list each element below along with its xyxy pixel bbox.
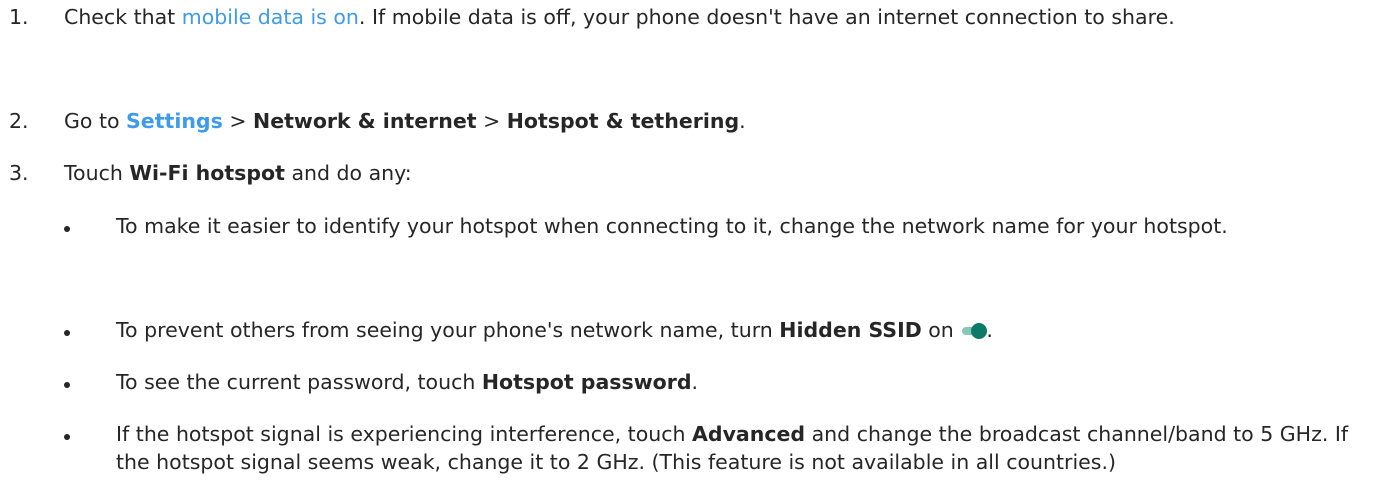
- wifi-hotspot-label: Wi-Fi hotspot: [129, 161, 285, 185]
- settings-link[interactable]: Settings: [126, 109, 223, 133]
- hidden-ssid-label: Hidden SSID: [779, 318, 922, 342]
- advanced-label: Advanced: [692, 422, 806, 446]
- bullet-item: To make it easier to identify your hotsp…: [64, 212, 1363, 240]
- mobile-data-link[interactable]: mobile data is on: [182, 5, 359, 29]
- hotspot-password-label: Hotspot password: [481, 370, 692, 394]
- bullet-text: To make it easier to identify your hotsp…: [116, 214, 1228, 238]
- bullet-item: If the hotspot signal is experiencing in…: [64, 420, 1363, 476]
- instructions-page: 1. Check that mobile data is on. If mobi…: [0, 0, 1373, 502]
- step-3: 3. Touch Wi-Fi hotspot and do any:: [0, 159, 1363, 187]
- bullet-item: To see the current password, touch Hotsp…: [64, 368, 1363, 396]
- step-number: 3.: [9, 161, 29, 185]
- bullet-item: To prevent others from seeing your phone…: [64, 316, 1363, 344]
- bullet-text: To prevent others from seeing your phone…: [116, 318, 993, 342]
- step-text: Check that mobile data is on. If mobile …: [64, 5, 1175, 29]
- step-text: Go to Settings > Network & internet > Ho…: [64, 109, 746, 133]
- step-number: 1.: [9, 5, 29, 29]
- step-number: 2.: [9, 109, 29, 133]
- bullet-text: To see the current password, touch Hotsp…: [116, 370, 699, 394]
- bullet-text: If the hotspot signal is experiencing in…: [116, 422, 1349, 474]
- step-1: 1. Check that mobile data is on. If mobi…: [0, 3, 1363, 31]
- hotspot-tethering-label: Hotspot & tethering: [506, 109, 740, 133]
- step-text: Touch Wi-Fi hotspot and do any:: [64, 161, 412, 185]
- network-internet-label: Network & internet: [253, 109, 477, 133]
- toggle-on-icon: [962, 323, 988, 339]
- step-2: 2. Go to Settings > Network & internet >…: [0, 107, 1363, 135]
